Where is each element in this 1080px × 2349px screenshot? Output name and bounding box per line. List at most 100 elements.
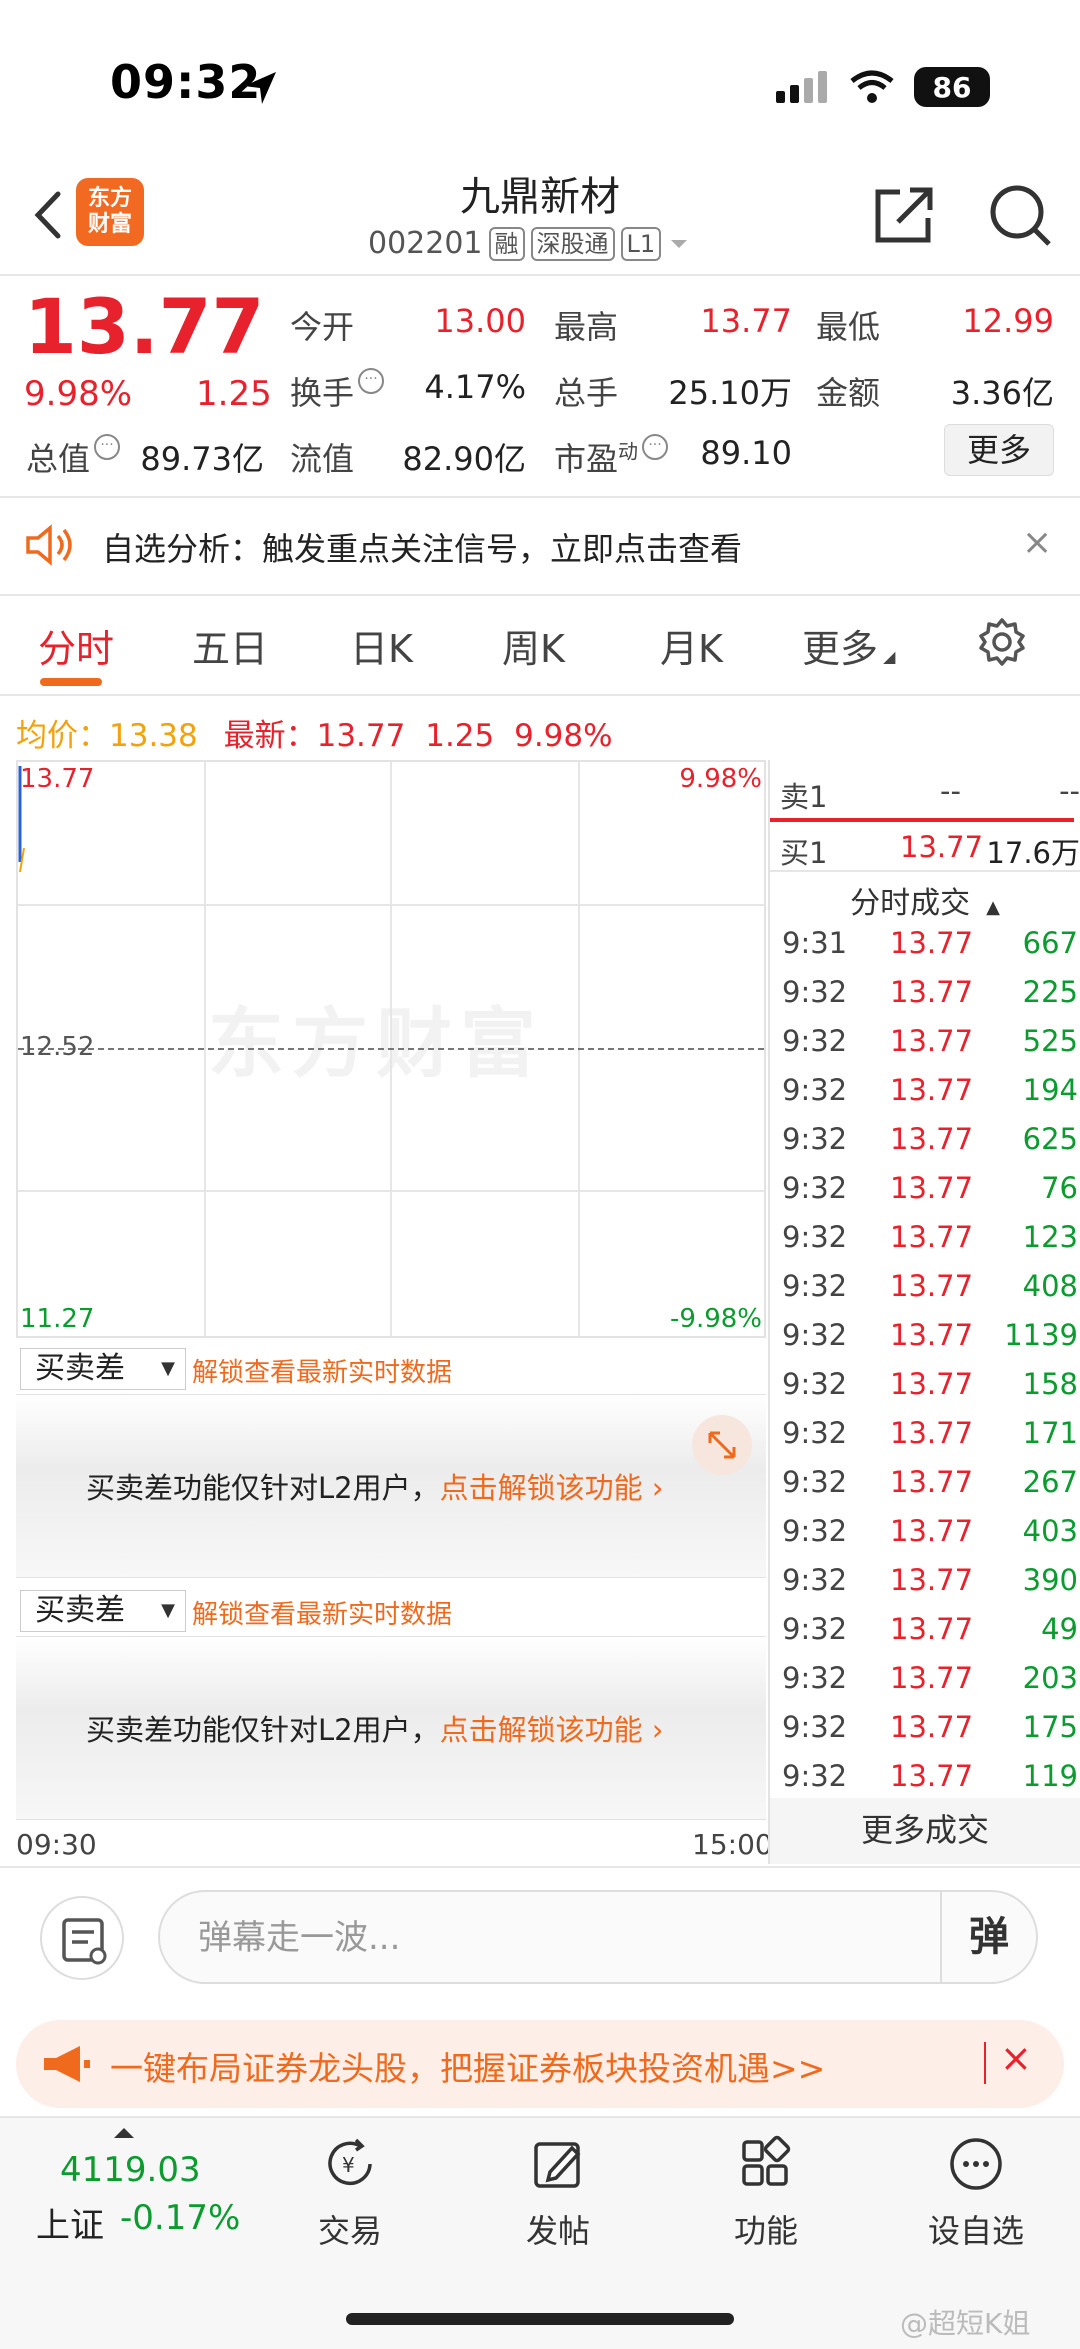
latest-pct: 9.98% [514,718,613,754]
nav-post[interactable]: 发帖 [488,2134,628,2252]
notice-close-icon[interactable]: × [1022,522,1052,563]
trade-volume: 267 [1022,1465,1078,1499]
active-tab-indicator [40,678,102,686]
tab-intraday[interactable]: 分时 [38,618,114,673]
chart-mid-price: 12.52 [20,1032,95,1062]
trade-row: 9:32 13.77 403 [782,1508,1078,1557]
time-axis-end: 15:00 [692,1828,773,1861]
l2-locked-panel[interactable]: 买卖差功能仅针对L2用户，点击解锁该功能 › [16,1394,766,1578]
index-name[interactable]: 上证 [36,2198,104,2247]
nav-add-watchlist[interactable]: 设自选 [906,2134,1046,2252]
mcap-value: 89.73亿 [140,440,264,478]
price-stats-row: 均价：13.38 最新：13.77 1.25 9.98% [16,718,613,754]
promo-text[interactable]: 一键布局证券龙头股，把握证券板块投资机遇>> [110,2042,825,2090]
trade-price: 13.77 [890,1563,974,1597]
trade-time: 9:32 [782,1367,848,1401]
l2-message: 买卖差功能仅针对L2用户，点击解锁该功能 › [86,1471,664,1505]
trade-volume: 667 [1022,926,1078,960]
expand-icon[interactable] [692,1415,752,1475]
amount-value: 3.36亿 [950,374,1054,412]
trade-row: 9:32 13.77 267 [782,1459,1078,1508]
cellular-signal-icon [776,71,827,103]
trade-volume: 625 [1022,1122,1078,1156]
chart-watermark: 东方财富 [208,999,544,1088]
index-value[interactable]: 4119.03 [60,2150,201,2190]
trade-volume: 408 [1022,1269,1078,1303]
tab-five-day[interactable]: 五日 [192,618,268,673]
tab-more[interactable]: 更多 ◢ [802,618,895,673]
trade-row: 9:32 13.77 123 [782,1214,1078,1263]
dropdown-caret-icon[interactable] [667,234,691,254]
trades-header[interactable]: 分时成交 ▲ [770,878,1080,922]
nav-functions[interactable]: 功能 [696,2134,836,2252]
trade-time: 9:32 [782,1710,848,1744]
info-dots-icon[interactable]: ··· [358,368,385,394]
limit-up-line [770,818,1074,822]
trade-time: 9:32 [782,1465,848,1499]
trade-volume: 225 [1022,975,1078,1009]
index-percent[interactable]: -0.17% [120,2198,240,2238]
open-value: 13.00 [434,302,526,340]
promo-divider [984,2042,986,2084]
settings-gear-icon[interactable] [976,616,1028,668]
tab-weekly-k[interactable]: 周K [502,618,565,673]
trade-row: 9:32 13.77 390 [782,1557,1078,1606]
danmu-list-button[interactable] [40,1896,124,1980]
trade-price: 13.77 [890,1220,974,1254]
danmu-placeholder: 弹幕走一波... [198,1918,401,1958]
unlock-link[interactable]: 点击解锁该功能 [440,1471,643,1505]
notice-text[interactable]: 自选分析：触发重点关注信号，立即点击查看 [102,524,742,570]
trade-row: 9:32 13.77 175 [782,1704,1078,1753]
order-panel: 卖1 -- -- 买1 13.77 17.6万 分时成交 ▲ 9:31 13.77 6… [768,760,1080,1864]
bid-ask-diff-select[interactable]: 买卖差 ▼ [20,1348,186,1390]
prev-close-line [18,1048,764,1050]
trade-row: 9:32 13.77 203 [782,1655,1078,1704]
volume-value: 25.10万 [668,374,792,412]
unlock-hint[interactable]: 解锁查看最新实时数据 [192,1352,452,1389]
trade-price: 13.77 [890,1465,974,1499]
expand-up-icon[interactable] [112,2124,136,2140]
info-dots-icon[interactable]: ··· [642,434,669,460]
bid-ask-diff-select[interactable]: 买卖差 ▼ [20,1590,186,1632]
trade-price: 13.77 [890,1073,974,1107]
battery-indicator: 86 [914,67,990,107]
danmu-toggle-button[interactable]: 弹 [940,1892,1036,1982]
home-indicator[interactable] [346,2313,734,2325]
unlock-hint[interactable]: 解锁查看最新实时数据 [192,1594,452,1631]
trade-price: 13.77 [890,1416,974,1450]
mcap-label[interactable]: 总值 ··· [26,434,121,480]
more-quote-button[interactable]: 更多 [944,424,1054,476]
status-icons: 86 [776,62,990,112]
trade-price: 13.77 [890,1318,974,1352]
info-dots-icon[interactable]: ··· [94,434,121,460]
turnover-label[interactable]: 换手 ··· [290,368,385,414]
tag-level: L1 [620,226,662,261]
avg-price: 13.38 [109,718,198,754]
volume-label: 总手 [554,374,619,412]
share-icon[interactable] [870,180,940,250]
trade-price: 13.77 [890,975,974,1009]
trade-volume: 194 [1022,1073,1078,1107]
trade-volume: 119 [1022,1759,1078,1793]
status-time: 09:32 [110,55,262,109]
trade-row: 9:32 13.77 408 [782,1263,1078,1312]
trade-volume: 171 [1022,1416,1078,1450]
nav-trade[interactable]: ¥ 交易 [280,2134,420,2252]
amount-label: 金额 [816,374,881,412]
speaker-icon [26,524,72,566]
more-trades-button[interactable]: 更多成交 [770,1798,1080,1864]
unlock-link[interactable]: 点击解锁该功能 [440,1713,643,1747]
tab-daily-k[interactable]: 日K [350,618,413,673]
intraday-chart[interactable]: 东方财富 13.77 9.98% 12.52 11.27 -9.98% [16,760,766,1338]
trade-time: 9:32 [782,975,848,1009]
trade-time: 9:32 [782,1171,848,1205]
trade-volume: 158 [1022,1367,1078,1401]
trade-row: 9:32 13.77 1139 [782,1312,1078,1361]
search-icon[interactable] [985,180,1055,250]
pe-label[interactable]: 市盈动 ··· [554,434,669,480]
promo-close-icon[interactable]: × [1000,2036,1032,2080]
l2-locked-panel[interactable]: 买卖差功能仅针对L2用户，点击解锁该功能 › [16,1636,766,1820]
trade-time: 9:31 [782,926,848,960]
tab-monthly-k[interactable]: 月K [660,618,723,673]
trade-row: 9:32 13.77 225 [782,969,1078,1018]
